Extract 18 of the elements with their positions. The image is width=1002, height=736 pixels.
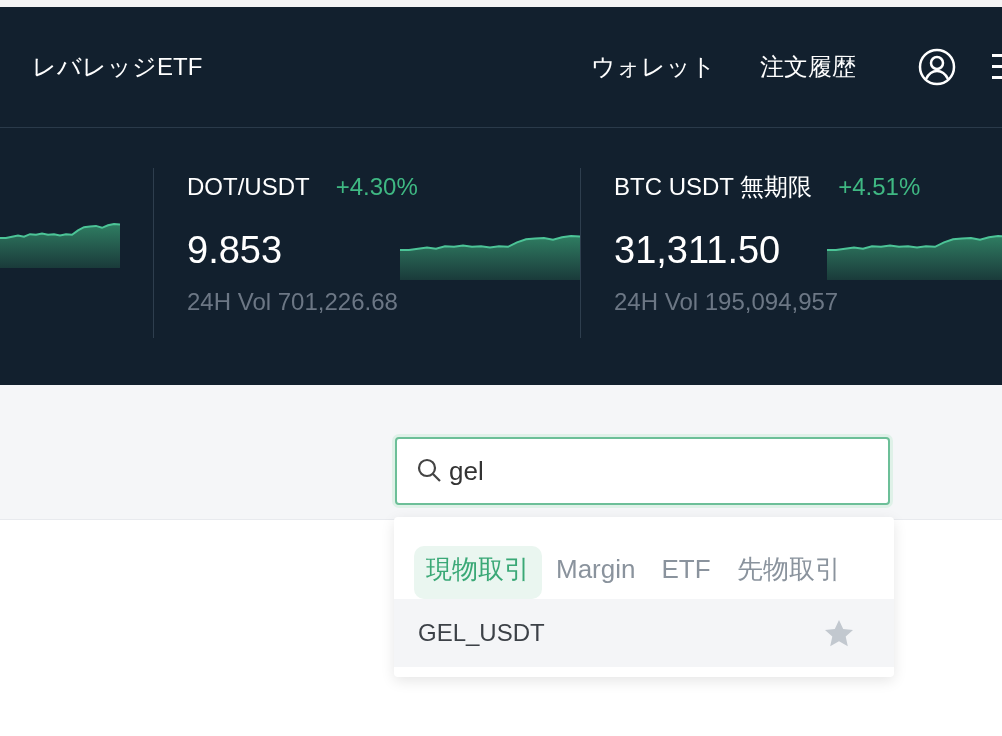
price-change: +4.30% xyxy=(335,173,418,201)
star-icon[interactable] xyxy=(824,618,854,648)
volume-text: 24H Vol 701,226.68 xyxy=(187,288,399,316)
user-icon[interactable] xyxy=(918,48,956,86)
nav-link[interactable]: 注文履歴 xyxy=(760,51,856,83)
menu-icon[interactable] xyxy=(992,54,1002,80)
nav-link[interactable]: ウォレット xyxy=(591,51,716,83)
result-row[interactable]: GEL_USDT xyxy=(394,599,894,667)
pair-name[interactable]: DOT/USDT xyxy=(187,173,310,201)
symbol-text: GEL_USDT xyxy=(418,619,545,647)
search-field[interactable]: gel xyxy=(395,437,890,505)
price: 31,311.50 xyxy=(614,227,782,272)
price-change: +4.51% xyxy=(838,173,921,201)
pair-name[interactable]: BTC USDT 無期限 xyxy=(614,171,813,203)
price: 9.853 xyxy=(187,227,284,272)
search-icon xyxy=(417,458,443,484)
volume-text: 24H Vol 195,094,957 xyxy=(614,288,840,316)
brand-title[interactable]: レバレッジETF xyxy=(32,51,591,83)
